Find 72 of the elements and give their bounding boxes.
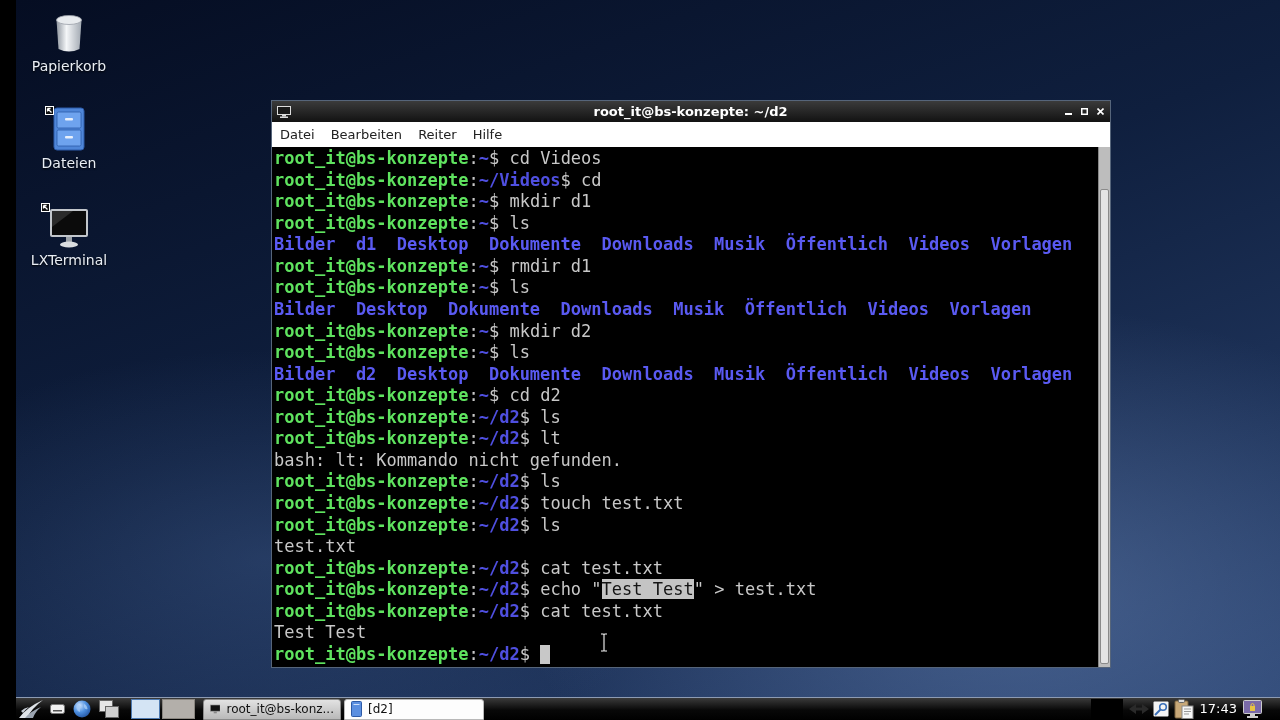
menu-item[interactable]: Hilfe (464, 122, 511, 147)
output-text: Test Test (274, 622, 367, 644)
command-text: cd Videos (509, 148, 602, 170)
command-text: ls (509, 277, 530, 299)
menu-item[interactable]: Reiter (410, 122, 465, 147)
directory-listing: Bilder d2 Desktop Dokumente Downloads Musik Öffentlich Videos Vorlagen (274, 363, 1073, 386)
monitor-icon (49, 208, 89, 248)
shell-prompt: root_it@bs-konzepte:~$ (274, 277, 500, 299)
shell-prompt: root_it@bs-konzepte:~$ (274, 342, 500, 364)
command-text: echo "Test Test" > test.txt (540, 579, 817, 601)
taskbar-button[interactable]: root_it@bs-konz... (203, 698, 341, 720)
command-text: rmdir d1 (509, 255, 592, 278)
scrollbar[interactable] (1098, 147, 1110, 667)
command-text: ls (509, 212, 530, 235)
command-text: mkdir d1 (509, 191, 592, 213)
command-text: cat test.txt (540, 600, 663, 623)
shell-prompt: root_it@bs-konzepte:~$ (274, 255, 500, 278)
maximize-icon[interactable] (1081, 108, 1088, 115)
monitor-icon (210, 702, 221, 716)
windows-icon[interactable] (99, 700, 119, 718)
command-text: ls (540, 471, 561, 493)
shell-prompt: root_it@bs-konzepte:~/d2$ (274, 493, 530, 515)
shell-prompt: root_it@bs-konzepte:~/d2$ (274, 428, 530, 450)
file-cabinet-icon (53, 107, 85, 151)
clipboard-icon[interactable] (1173, 699, 1194, 719)
shell-prompt: root_it@bs-konzepte:~$ (274, 212, 500, 235)
command-text: cd d2 (509, 385, 561, 407)
block-cursor-icon (540, 645, 551, 665)
screen-lock-icon[interactable] (1243, 700, 1262, 718)
shell-prompt: root_it@bs-konzepte:~/Videos$ (274, 169, 571, 192)
command-text: lt (540, 428, 561, 450)
shell-prompt: root_it@bs-konzepte:~$ (274, 320, 500, 343)
shell-prompt: root_it@bs-konzepte:~/d2$ (274, 514, 530, 537)
directory-listing: Bilder d1 Desktop Dokumente Downloads Musik Öffentlich Videos Vorlagen (274, 234, 1073, 256)
shell-prompt: root_it@bs-konzepte:~/d2$ (274, 557, 530, 580)
workspace-button[interactable] (131, 699, 160, 719)
command-text: touch test.txt (540, 493, 684, 515)
taskbar-button[interactable]: [d2] (344, 698, 484, 720)
shell-prompt: root_it@bs-konzepte:~/d2$ (274, 406, 530, 429)
shell-prompt: root_it@bs-konzepte:~/d2$ (274, 600, 530, 623)
output-text: bash: lt: Kommando nicht gefunden. (274, 449, 622, 472)
i-beam-pointer-icon (600, 633, 608, 652)
command-text: mkdir d2 (509, 320, 592, 343)
desktop-shortcut[interactable]: Dateien (24, 97, 114, 194)
command-text: cd (581, 169, 602, 192)
shell-prompt: root_it@bs-konzepte:~/d2$ (274, 471, 530, 493)
command-text: ls (540, 406, 561, 429)
menu-item[interactable]: Datei (272, 122, 323, 147)
command-text: cat test.txt (540, 557, 663, 580)
close-icon[interactable] (1097, 108, 1104, 115)
shell-prompt: root_it@bs-konzepte:~$ (274, 385, 500, 407)
clock-text[interactable]: 17:43 (1199, 699, 1237, 719)
command-text: ls (540, 514, 561, 537)
document-icon (351, 701, 362, 717)
drawer-icon[interactable] (50, 704, 65, 714)
menu-item[interactable]: Bearbeiten (322, 122, 411, 147)
search-icon[interactable] (1152, 701, 1169, 717)
shell-prompt: root_it@bs-konzepte:~$ (274, 148, 500, 170)
shell-prompt: root_it@bs-konzepte:~/d2$ (274, 579, 530, 601)
directory-listing: Bilder Desktop Dokumente Downloads Musik Öffentlich Videos Vorlagen (274, 298, 1032, 321)
shell-prompt: root_it@bs-konzepte:~$ (274, 191, 500, 213)
desktop-shortcut[interactable]: LXTerminal (24, 194, 114, 291)
window-title: root_it@bs-konzepte: ~/d2 (593, 103, 788, 122)
command-text: ls (509, 342, 530, 364)
desktop-shortcut[interactable]: Papierkorb (24, 0, 114, 97)
globe-icon[interactable] (73, 700, 91, 718)
monitor-icon[interactable] (277, 105, 291, 118)
trash-can-icon (55, 14, 83, 54)
output-text: test.txt (274, 536, 356, 558)
shell-prompt: root_it@bs-konzepte:~/d2$ (274, 643, 530, 666)
swoosh-logo-icon[interactable] (18, 699, 44, 719)
scrollbar-thumb[interactable] (1100, 189, 1109, 664)
